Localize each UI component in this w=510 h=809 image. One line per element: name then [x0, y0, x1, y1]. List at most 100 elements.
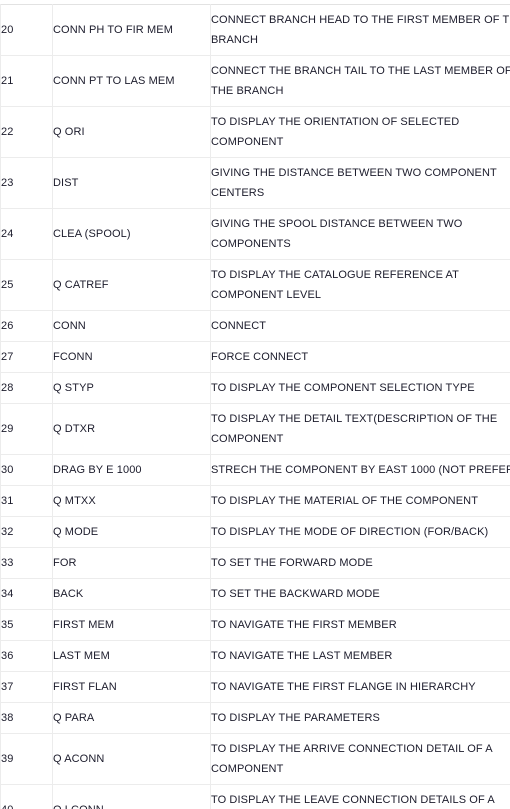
row-number-cell: 38 — [0, 702, 53, 734]
command-description-cell: GIVING THE SPOOL DISTANCE BETWEEN TWO COM… — [210, 208, 510, 260]
command-name-cell: Q MODE — [52, 516, 211, 548]
document-viewport: 20 CONN PH TO FIR MEM CONNECT BRANCH HEAD … — [0, 0, 510, 809]
description-line: TO DISPLAY THE LEAVE CONNECTION DETAILS … — [211, 794, 495, 806]
description-line: TO DISPLAY THE COMPONENT SELECTION TYPE — [211, 382, 475, 394]
command-name-cell: DIST — [52, 157, 211, 209]
row-number-cell: 21 — [0, 55, 53, 107]
row-number-cell: 28 — [0, 372, 53, 404]
description-line: TO DISPLAY THE CATALOGUE REFERENCE AT — [211, 269, 459, 281]
command-name-cell: Q CATREF — [52, 259, 211, 311]
description-line: TO SET THE BACKWARD MODE — [211, 588, 380, 600]
description-line: TO DISPLAY THE ORIENTATION OF SELECTED — [211, 116, 460, 128]
command-description-cell: CONNECT — [210, 310, 510, 342]
command-description-cell: TO DISPLAY THE ORIENTATION OF SELECTED CO… — [210, 106, 510, 158]
command-name-cell: Q STYP — [52, 372, 211, 404]
table-row: 22 Q ORI TO DISPLAY THE ORIENTATION OF SEL… — [0, 106, 510, 158]
command-description-cell: CONNECT THE BRANCH TAIL TO THE LAST MEMB… — [210, 55, 510, 107]
row-number-cell: 37 — [0, 671, 53, 703]
row-number-cell: 39 — [0, 733, 53, 785]
command-description-cell: TO DISPLAY THE COMPONENT SELECTION TYPE — [210, 372, 510, 404]
command-description-cell: GIVING THE DISTANCE BETWEEN TWO COMPONEN… — [210, 157, 510, 209]
command-description-cell: TO DISPLAY THE PARAMETERS — [210, 702, 510, 734]
table-row: 26 CONN CONNECT — [0, 310, 510, 342]
command-description-cell: TO SET THE FORWARD MODE — [210, 547, 510, 579]
row-number-cell: 35 — [0, 609, 53, 641]
table-row: 27 FCONN FORCE CONNECT — [0, 341, 510, 373]
row-number-cell: 26 — [0, 310, 53, 342]
command-description-cell: TO NAVIGATE THE FIRST MEMBER — [210, 609, 510, 641]
row-number-cell: 24 — [0, 208, 53, 260]
table-row: 33 FOR TO SET THE FORWARD MODE — [0, 547, 510, 579]
table-row: 24 CLEA (SPOOL) GIVING THE SPOOL DISTANCE … — [0, 208, 510, 260]
row-number-cell: 32 — [0, 516, 53, 548]
row-number-cell: 34 — [0, 578, 53, 610]
command-description-cell: FORCE CONNECT — [210, 341, 510, 373]
command-description-cell: TO DISPLAY THE MODE OF DIRECTION (FOR/BA… — [210, 516, 510, 548]
command-description-cell: CONNECT BRANCH HEAD TO THE FIRST MEMBER … — [210, 4, 510, 56]
description-line: COMPONENT — [211, 763, 284, 775]
command-description-cell: TO DISPLAY THE MATERIAL OF THE COMPONENT — [210, 485, 510, 517]
command-description-cell: TO DISPLAY THE DETAIL TEXT(DESCRIPTION O… — [210, 403, 510, 455]
description-line: TO DISPLAY THE PARAMETERS — [211, 712, 380, 724]
command-name-cell: CONN — [52, 310, 211, 342]
table-row: 20 CONN PH TO FIR MEM CONNECT BRANCH HEAD … — [0, 4, 510, 56]
command-name-cell: CLEA (SPOOL) — [52, 208, 211, 260]
command-name-cell: CONN PH TO FIR MEM — [52, 4, 211, 56]
command-reference-table: 20 CONN PH TO FIR MEM CONNECT BRANCH HEAD … — [0, 4, 510, 809]
description-line: STRECH THE COMPONENT BY EAST 1000 (NOT P… — [211, 464, 510, 476]
table-row: 34 BACK TO SET THE BACKWARD MODE — [0, 578, 510, 610]
table-row: 32 Q MODE TO DISPLAY THE MODE OF DIRECTION… — [0, 516, 510, 548]
row-number-cell: 27 — [0, 341, 53, 373]
description-line: BRANCH — [211, 34, 259, 46]
description-line: CENTERS — [211, 187, 265, 199]
description-line: TO SET THE FORWARD MODE — [211, 557, 373, 569]
description-line: TO DISPLAY THE MODE OF DIRECTION (FOR/BA… — [211, 526, 489, 538]
row-number-cell: 36 — [0, 640, 53, 672]
row-number-cell: 33 — [0, 547, 53, 579]
table-row: 38 Q PARA TO DISPLAY THE PARAMETERS — [0, 702, 510, 734]
command-name-cell: Q LCONN — [52, 784, 211, 809]
command-description-cell: TO DISPLAY THE LEAVE CONNECTION DETAILS … — [210, 784, 510, 809]
description-line: COMPONENT — [211, 433, 284, 445]
table-row: 35 FIRST MEM TO NAVIGATE THE FIRST MEMBER — [0, 609, 510, 641]
description-line: TO DISPLAY THE DETAIL TEXT(DESCRIPTION O… — [211, 413, 498, 425]
description-line: CONNECT — [211, 320, 267, 332]
table-row: 37 FIRST FLAN TO NAVIGATE THE FIRST FLANGE… — [0, 671, 510, 703]
command-name-cell: CONN PT TO LAS MEM — [52, 55, 211, 107]
command-name-cell: Q DTXR — [52, 403, 211, 455]
command-description-cell: TO DISPLAY THE ARRIVE CONNECTION DETAIL … — [210, 733, 510, 785]
command-description-cell: STRECH THE COMPONENT BY EAST 1000 (NOT P… — [210, 454, 510, 486]
command-name-cell: Q MTXX — [52, 485, 211, 517]
command-name-cell: BACK — [52, 578, 211, 610]
table-row: 21 CONN PT TO LAS MEM CONNECT THE BRANCH T… — [0, 55, 510, 107]
command-name-cell: DRAG BY E 1000 — [52, 454, 211, 486]
row-number-cell: 23 — [0, 157, 53, 209]
table-row: 23 DIST GIVING THE DISTANCE BETWEEN TWO CO… — [0, 157, 510, 209]
description-line: CONNECT THE BRANCH TAIL TO THE LAST MEMB… — [211, 65, 510, 77]
command-description-cell: TO SET THE BACKWARD MODE — [210, 578, 510, 610]
table-row: 30 DRAG BY E 1000 STRECH THE COMPONENT BY … — [0, 454, 510, 486]
description-line: COMPONENTS — [211, 238, 291, 250]
command-name-cell: Q ORI — [52, 106, 211, 158]
command-name-cell: FOR — [52, 547, 211, 579]
command-description-cell: TO NAVIGATE THE FIRST FLANGE IN HIERARCH… — [210, 671, 510, 703]
command-name-cell: LAST MEM — [52, 640, 211, 672]
description-line: CONNECT BRANCH HEAD TO THE FIRST MEMBER … — [211, 14, 510, 26]
description-line: TO DISPLAY THE ARRIVE CONNECTION DETAIL … — [211, 743, 493, 755]
command-name-cell: Q ACONN — [52, 733, 211, 785]
row-number-cell: 29 — [0, 403, 53, 455]
description-line: TO NAVIGATE THE FIRST MEMBER — [211, 619, 397, 631]
row-number-cell: 40 — [0, 784, 53, 809]
table-row: 29 Q DTXR TO DISPLAY THE DETAIL TEXT(DESCR… — [0, 403, 510, 455]
description-line: GIVING THE SPOOL DISTANCE BETWEEN TWO — [211, 218, 463, 230]
description-line: TO NAVIGATE THE FIRST FLANGE IN HIERARCH… — [211, 681, 476, 693]
row-number-cell: 30 — [0, 454, 53, 486]
table-row: 40Q LCONNTO DISPLAY THE LEAVE CONNECTION… — [0, 784, 510, 809]
row-number-cell: 22 — [0, 106, 53, 158]
description-line: GIVING THE DISTANCE BETWEEN TWO COMPONEN… — [211, 167, 497, 179]
description-line: TO DISPLAY THE MATERIAL OF THE COMPONENT — [211, 495, 479, 507]
description-line: TO NAVIGATE THE LAST MEMBER — [211, 650, 393, 662]
description-line: COMPONENT LEVEL — [211, 289, 322, 301]
table-row: 36 LAST MEM TO NAVIGATE THE LAST MEMBER — [0, 640, 510, 672]
table-row: 25 Q CATREF TO DISPLAY THE CATALOGUE REFER… — [0, 259, 510, 311]
